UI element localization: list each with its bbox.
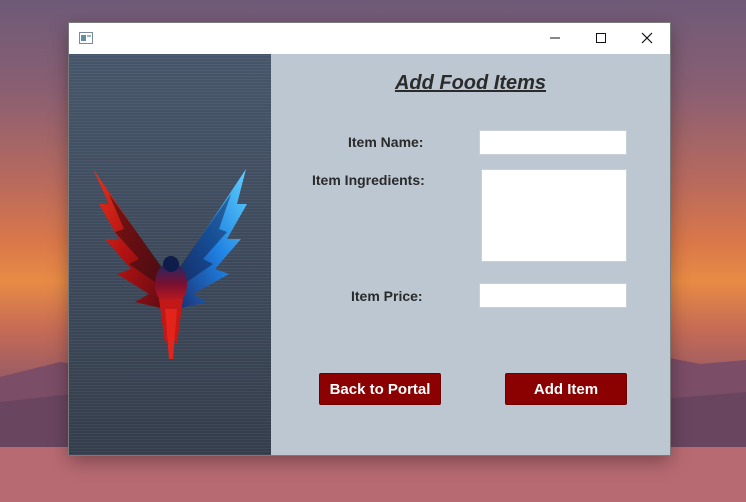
add-item-button[interactable]: Add Item [505, 373, 627, 405]
item-ingredients-label: Item Ingredients: [312, 172, 425, 188]
item-ingredients-textarea[interactable] [481, 169, 627, 262]
window-content: Add Food Items Item Name: Item Ingredien… [69, 54, 670, 455]
item-name-label: Item Name: [348, 134, 424, 150]
title-bar [69, 23, 670, 54]
add-food-form: Add Food Items Item Name: Item Ingredien… [271, 54, 670, 455]
minimize-button[interactable] [532, 23, 578, 53]
app-window-icon [79, 32, 93, 44]
maximize-button[interactable] [578, 23, 624, 53]
item-name-input[interactable] [479, 130, 627, 155]
phoenix-logo-image [93, 169, 247, 359]
maximize-icon [596, 33, 606, 43]
minimize-icon [550, 37, 560, 39]
form-title: Add Food Items [394, 72, 547, 94]
close-button[interactable] [624, 23, 670, 53]
image-panel [69, 54, 271, 455]
item-price-input[interactable] [479, 283, 627, 308]
close-icon [641, 32, 653, 44]
app-window: Add Food Items Item Name: Item Ingredien… [69, 23, 670, 455]
back-to-portal-button[interactable]: Back to Portal [319, 373, 441, 405]
item-price-label: Item Price: [351, 288, 423, 304]
